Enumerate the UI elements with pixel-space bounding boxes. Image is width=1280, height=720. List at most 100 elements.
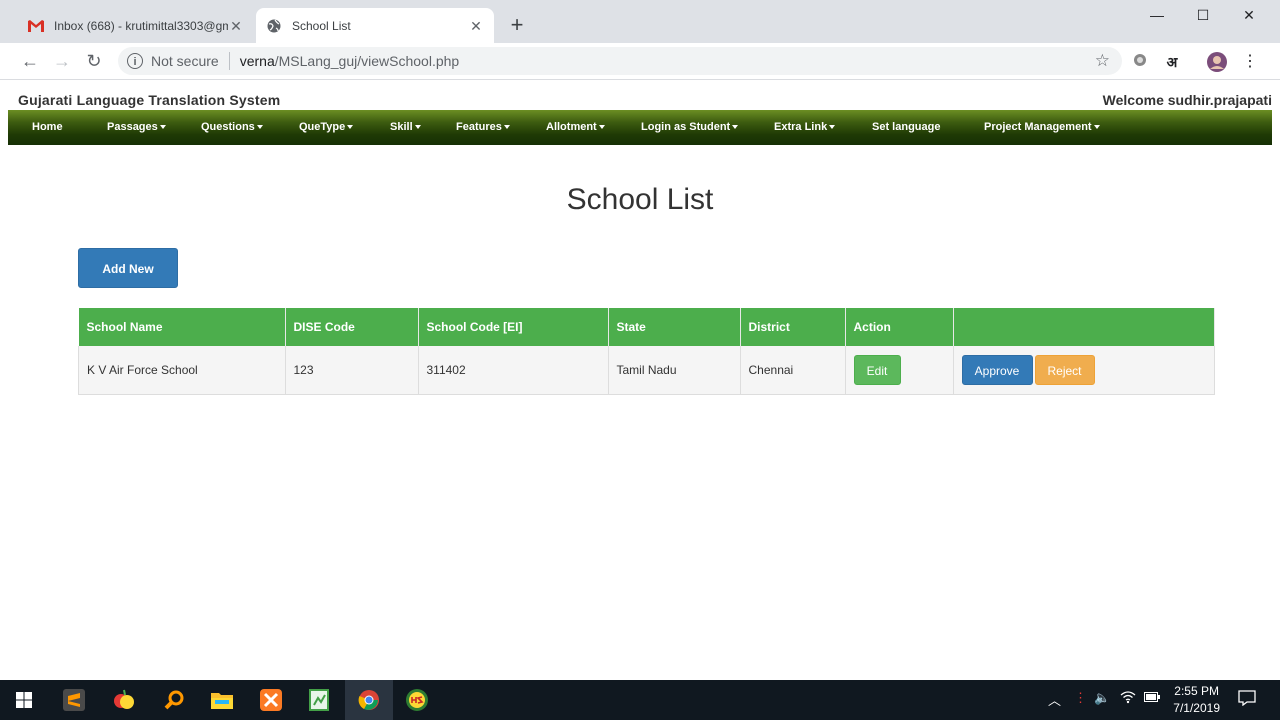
new-tab-plus-icon[interactable]: + xyxy=(506,14,528,36)
forward-arrow-icon[interactable]: → xyxy=(50,49,74,73)
main-nav-bar: Home Passages Questions QueType Skill Fe… xyxy=(8,110,1272,145)
tab-title: Inbox (668) - krutimittal3303@gm xyxy=(54,18,228,33)
notifications-icon[interactable] xyxy=(1238,690,1256,709)
reload-icon[interactable]: ↻ xyxy=(82,49,106,73)
show-hidden-icons-chevron-icon[interactable]: ︿ xyxy=(1048,690,1061,709)
add-new-button[interactable]: Add New xyxy=(78,248,178,288)
language-extension-icon[interactable]: अ xyxy=(1162,52,1182,72)
spreadsheet-app-icon[interactable] xyxy=(303,684,335,716)
nav-set-language[interactable]: Set language xyxy=(872,110,940,145)
reject-button[interactable]: Reject xyxy=(1034,355,1095,385)
profile-avatar[interactable] xyxy=(1207,52,1227,72)
xampp-icon[interactable] xyxy=(255,684,287,716)
cell-dise-code: 123 xyxy=(284,346,419,395)
welcome-text: Welcome sudhir.prajapati xyxy=(1102,92,1272,108)
security-label: Not secure xyxy=(151,53,219,69)
windows-start-icon[interactable] xyxy=(8,684,40,716)
chrome-icon[interactable] xyxy=(353,684,385,716)
omnibox-divider xyxy=(228,52,230,70)
nav-allotment[interactable]: Allotment xyxy=(546,110,605,145)
cell-action: Edit xyxy=(844,346,954,395)
edit-button[interactable]: Edit xyxy=(853,355,901,385)
caret-down-icon xyxy=(829,125,836,130)
clock-time: 2:55 PM xyxy=(1174,684,1219,698)
extension-circle-icon[interactable] xyxy=(1130,52,1150,72)
nav-label: Skill xyxy=(390,121,413,133)
nav-extra-link[interactable]: Extra Link xyxy=(774,110,836,145)
back-arrow-icon[interactable]: ← xyxy=(18,49,42,73)
minimize-icon[interactable]: — xyxy=(1134,4,1180,26)
cell-state: Tamil Nadu xyxy=(607,346,741,395)
page-viewport: Gujarati Language Translation System Wel… xyxy=(8,80,1272,680)
nav-features[interactable]: Features xyxy=(456,110,510,145)
nav-label: Home xyxy=(32,121,63,133)
nav-label: Project Management xyxy=(984,121,1092,133)
page-title: School List xyxy=(566,183,714,216)
column-header: Action xyxy=(845,308,954,346)
cell-approval: Approve Reject xyxy=(952,346,1215,395)
cell-school-code: 311402 xyxy=(417,346,609,395)
gmail-icon xyxy=(28,18,44,34)
approve-button[interactable]: Approve xyxy=(961,355,1033,385)
browser-menu-icon[interactable]: ⋮ xyxy=(1240,52,1260,72)
tab-title: School List xyxy=(292,18,351,33)
column-header: DISE Code xyxy=(285,308,419,346)
nav-passages[interactable]: Passages xyxy=(107,110,166,145)
column-header: School Name xyxy=(78,308,286,346)
address-bar[interactable]: i Not secure verna/MSLang_guj/viewSchool… xyxy=(118,47,1122,75)
caret-down-icon xyxy=(732,125,739,130)
column-header: District xyxy=(740,308,846,346)
globe-icon xyxy=(266,18,282,34)
nav-quetype[interactable]: QueType xyxy=(299,110,354,145)
close-window-icon[interactable]: ✕ xyxy=(1226,4,1272,26)
fruit-app-icon[interactable] xyxy=(108,684,140,716)
nav-questions[interactable]: Questions xyxy=(201,110,263,145)
column-header xyxy=(953,308,1215,346)
alert-tray-icon[interactable]: ⋮ xyxy=(1074,690,1087,706)
tab-school-list[interactable]: School List ✕ xyxy=(256,8,494,43)
bookmark-star-icon[interactable]: ☆ xyxy=(1095,51,1110,71)
windows-taskbar: ︿ ⋮ 🔈 2:55 PM 7/1/2019 xyxy=(0,680,1280,720)
info-icon[interactable]: i xyxy=(127,53,143,69)
wifi-icon[interactable] xyxy=(1120,690,1136,707)
nav-label: Login as Student xyxy=(641,121,731,133)
nav-label: Features xyxy=(456,121,502,133)
volume-icon[interactable]: 🔈 xyxy=(1094,690,1110,706)
caret-down-icon xyxy=(503,125,510,130)
caret-down-icon xyxy=(598,125,605,130)
caret-down-icon xyxy=(159,125,166,130)
school-table: School Name DISE Code School Code [EI] S… xyxy=(78,308,1215,395)
site-title: Gujarati Language Translation System xyxy=(18,92,281,108)
sublime-text-icon[interactable] xyxy=(58,684,90,716)
nav-label: Allotment xyxy=(546,121,597,133)
hs-app-icon[interactable] xyxy=(401,684,433,716)
cell-district: Chennai xyxy=(739,346,846,395)
clock-date: 7/1/2019 xyxy=(1173,701,1220,715)
nav-skill[interactable]: Skill xyxy=(390,110,421,145)
table-header-row: School Name DISE Code School Code [EI] S… xyxy=(78,308,1215,346)
nav-label: Extra Link xyxy=(774,121,828,133)
url-host: verna xyxy=(239,53,275,69)
search-magnifier-icon[interactable] xyxy=(158,684,190,716)
close-tab-icon[interactable]: ✕ xyxy=(228,18,244,34)
nav-login-as-student[interactable]: Login as Student xyxy=(641,110,739,145)
system-clock[interactable]: 2:55 PM 7/1/2019 xyxy=(1173,683,1220,717)
site-header: Gujarati Language Translation System Wel… xyxy=(8,80,1272,110)
close-tab-icon[interactable]: ✕ xyxy=(468,18,484,34)
browser-toolbar: ← → ↻ i Not secure verna/MSLang_guj/view… xyxy=(0,43,1280,80)
caret-down-icon xyxy=(347,125,354,130)
battery-icon[interactable] xyxy=(1144,690,1160,705)
caret-down-icon xyxy=(1093,125,1100,130)
nav-home[interactable]: Home xyxy=(32,110,63,145)
nav-label: Passages xyxy=(107,121,158,133)
file-explorer-icon[interactable] xyxy=(206,684,238,716)
column-header: School Code [EI] xyxy=(418,308,609,346)
tab-gmail-inbox[interactable]: Inbox (668) - krutimittal3303@gm ✕ xyxy=(18,8,254,43)
nav-label: QueType xyxy=(299,121,346,133)
caret-down-icon xyxy=(256,125,263,130)
caret-down-icon xyxy=(414,125,421,130)
nav-label: Questions xyxy=(201,121,255,133)
maximize-icon[interactable]: ☐ xyxy=(1180,4,1226,26)
nav-project-management[interactable]: Project Management xyxy=(984,110,1100,145)
nav-label: Set language xyxy=(872,121,941,133)
